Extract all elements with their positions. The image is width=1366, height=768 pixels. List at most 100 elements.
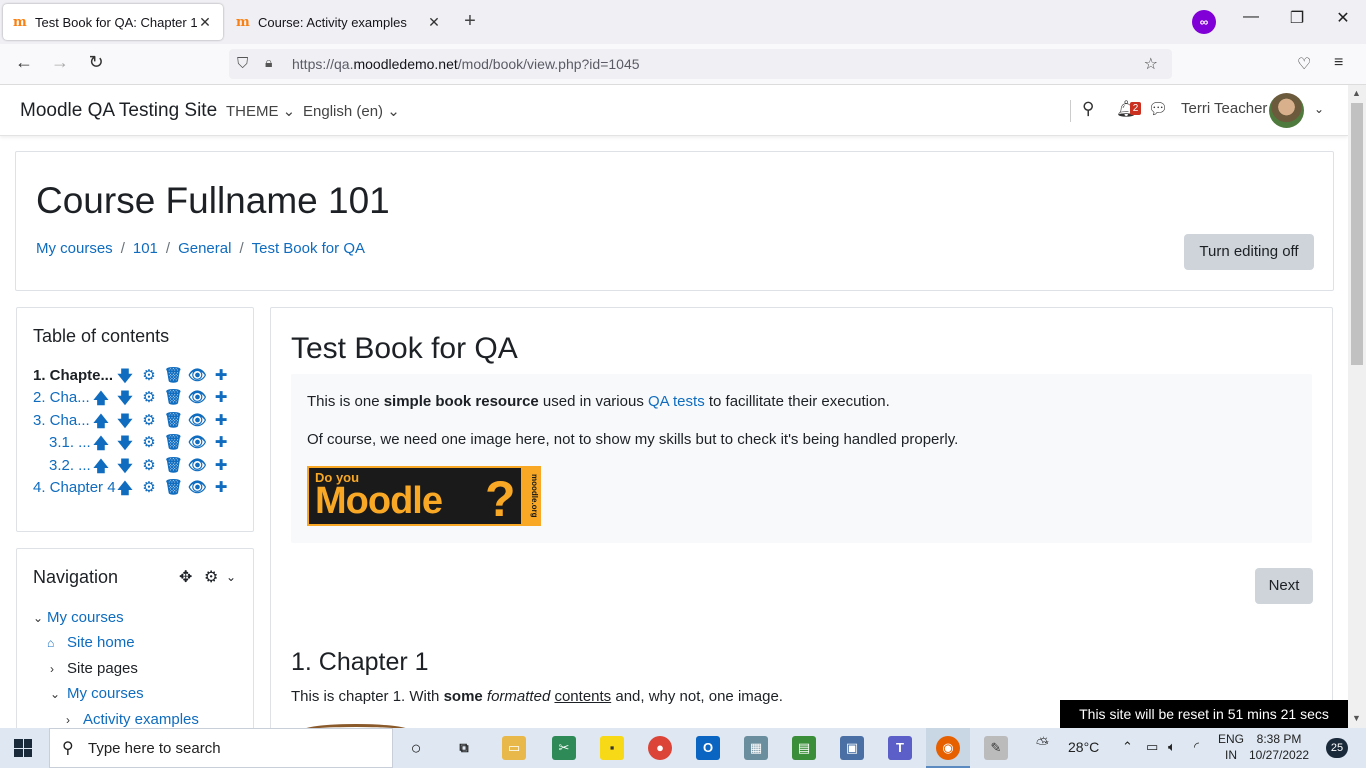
breadcrumb-my-courses[interactable]: My courses xyxy=(36,240,113,257)
eye-icon[interactable]: 👁︎ xyxy=(188,366,207,384)
firefox-icon[interactable]: ◉ xyxy=(936,736,960,760)
breadcrumb-general[interactable]: General xyxy=(178,240,231,257)
weather-temp[interactable]: 28°C xyxy=(1068,739,1099,755)
task-view-icon[interactable]: ⧉ xyxy=(452,736,476,760)
eye-icon[interactable]: 👁︎ xyxy=(188,456,207,474)
calculator-icon[interactable]: ▦ xyxy=(744,736,768,760)
trash-icon[interactable]: 🗑︎ xyxy=(164,366,183,384)
arrow-up-icon[interactable]: 🡅 xyxy=(116,478,134,503)
bookmark-star-icon[interactable]: ☆ xyxy=(1144,54,1158,74)
toc-item-label[interactable]: 1. Chapte... xyxy=(33,367,113,384)
close-tab-icon[interactable]: ✕ xyxy=(197,14,213,31)
user-name[interactable]: Terri Teacher xyxy=(1181,100,1267,117)
paint-icon[interactable]: ✎ xyxy=(984,736,1008,760)
toc-item-label[interactable]: 3. Cha... xyxy=(33,412,90,429)
cortana-icon[interactable]: ○ xyxy=(404,736,428,760)
plus-icon[interactable]: ✚ xyxy=(212,411,230,429)
nav-item-site-home[interactable]: ⌂ Site home xyxy=(47,634,135,651)
language-indicator[interactable]: ENG IN xyxy=(1218,731,1244,763)
windows-start-icon[interactable] xyxy=(14,739,32,757)
plus-icon[interactable]: ✚ xyxy=(212,388,230,406)
back-icon[interactable]: ← xyxy=(11,52,37,73)
page-scrollbar[interactable]: ▲ ▼ xyxy=(1348,85,1366,728)
file-explorer-icon[interactable]: ▭ xyxy=(502,736,526,760)
breadcrumb-101[interactable]: 101 xyxy=(133,240,158,257)
url-bar[interactable]: ⛉ 🔒︎ https://qa.moodledemo.net/mod/book/… xyxy=(229,49,1172,79)
turn-editing-off-button[interactable]: Turn editing off xyxy=(1184,234,1314,270)
trash-icon[interactable]: 🗑︎ xyxy=(164,433,183,451)
restore-icon[interactable]: ❐ xyxy=(1282,8,1312,28)
user-menu-chevron-icon[interactable]: ⌄ xyxy=(1314,102,1324,116)
scrollbar-thumb[interactable] xyxy=(1351,103,1363,365)
gear-icon[interactable]: ⚙ xyxy=(140,411,158,429)
sticky-notes-icon[interactable]: ▪ xyxy=(600,736,624,760)
avatar[interactable] xyxy=(1269,93,1304,128)
plus-icon[interactable]: ✚ xyxy=(212,478,230,496)
pocket-icon[interactable]: ♡ xyxy=(1297,54,1311,74)
trash-icon[interactable]: 🗑︎ xyxy=(164,388,183,406)
nav-item-site-pages[interactable]: › Site pages xyxy=(50,660,138,677)
nav-item-activity-examples[interactable]: › Activity examples xyxy=(66,711,199,728)
gear-icon[interactable]: ⚙ xyxy=(204,567,218,587)
close-window-icon[interactable]: ✕ xyxy=(1328,8,1358,28)
minimize-icon[interactable]: — xyxy=(1236,8,1266,26)
arrow-up-icon[interactable]: 🡅 xyxy=(92,456,110,481)
clock[interactable]: 8:38 PM 10/27/2022 xyxy=(1249,731,1309,763)
new-tab-icon[interactable]: + xyxy=(460,10,480,33)
trash-icon[interactable]: 🗑︎ xyxy=(164,456,183,474)
remote-desktop-icon[interactable]: ▣ xyxy=(840,736,864,760)
toc-item-label[interactable]: 3.2. ... xyxy=(49,457,91,474)
gear-icon[interactable]: ⚙ xyxy=(140,478,158,496)
scroll-down-icon[interactable]: ▼ xyxy=(1352,713,1361,723)
battery-icon[interactable]: ▭ xyxy=(1146,739,1158,755)
show-hidden-icons-icon[interactable]: ⌃ xyxy=(1122,739,1133,755)
snipping-tool-icon[interactable]: ✂ xyxy=(552,736,576,760)
language-menu[interactable]: English (en) ⌄ xyxy=(303,102,400,120)
gear-icon[interactable]: ⚙ xyxy=(140,456,158,474)
plus-icon[interactable]: ✚ xyxy=(212,433,230,451)
plus-icon[interactable]: ✚ xyxy=(212,456,230,474)
arrow-up-icon[interactable]: 🡅 xyxy=(92,433,110,458)
outlook-icon[interactable]: O xyxy=(696,736,720,760)
toc-item-label[interactable]: 4. Chapter 4 xyxy=(33,479,116,496)
weather-icon[interactable]: ⛅︎ xyxy=(1036,736,1049,754)
qa-tests-link[interactable]: QA tests xyxy=(648,393,705,410)
reload-icon[interactable]: ↻ xyxy=(83,52,109,73)
gear-icon[interactable]: ⚙ xyxy=(140,433,158,451)
tab-activity-examples[interactable]: m Course: Activity examples ✕ xyxy=(226,4,452,40)
theme-menu[interactable]: THEME ⌄ xyxy=(226,102,295,120)
arrow-down-icon[interactable]: 🡇 xyxy=(116,433,134,458)
wifi-icon[interactable]: ◜ xyxy=(1194,739,1199,755)
search-icon[interactable]: ⚲ xyxy=(1082,99,1094,119)
breadcrumb-test-book[interactable]: Test Book for QA xyxy=(252,240,365,257)
gear-icon[interactable]: ⚙ xyxy=(140,388,158,406)
move-icon[interactable]: ✥ xyxy=(179,567,192,587)
chrome-icon[interactable]: ● xyxy=(648,736,672,760)
eye-icon[interactable]: 👁︎ xyxy=(188,478,207,496)
chevron-down-icon[interactable]: ⌄ xyxy=(226,570,236,584)
volume-icon[interactable]: 🔈︎ xyxy=(1168,739,1176,755)
gear-icon[interactable]: ⚙ xyxy=(140,366,158,384)
close-tab-icon[interactable]: ✕ xyxy=(426,14,442,31)
menu-icon[interactable]: ≡ xyxy=(1334,54,1343,72)
trash-icon[interactable]: 🗑︎ xyxy=(164,411,183,429)
eye-icon[interactable]: 👁︎ xyxy=(188,411,207,429)
scroll-up-icon[interactable]: ▲ xyxy=(1352,88,1361,98)
eye-icon[interactable]: 👁︎ xyxy=(188,433,207,451)
eye-icon[interactable]: 👁︎ xyxy=(188,388,207,406)
forward-icon[interactable]: → xyxy=(47,52,73,73)
tab-test-book[interactable]: m Test Book for QA: Chapter 1 ✕ xyxy=(3,4,223,40)
taskbar-search-input[interactable]: ⚲ Type here to search xyxy=(49,728,393,768)
plus-icon[interactable]: ✚ xyxy=(212,366,230,384)
teams-icon[interactable]: T xyxy=(888,736,912,760)
nav-item-my-courses[interactable]: ⌄ My courses xyxy=(33,609,124,626)
excel-chart-icon[interactable]: ▤ xyxy=(792,736,816,760)
notification-center-icon[interactable]: 25 xyxy=(1326,738,1348,758)
toc-item-label[interactable]: 3.1. ... xyxy=(49,434,91,451)
messages-icon[interactable]: 💬︎ xyxy=(1148,99,1168,119)
arrow-down-icon[interactable]: 🡇 xyxy=(116,388,134,413)
toc-item-label[interactable]: 2. Cha... xyxy=(33,389,90,406)
next-button[interactable]: Next xyxy=(1255,568,1313,604)
site-name[interactable]: Moodle QA Testing Site xyxy=(20,100,217,122)
arrow-up-icon[interactable]: 🡅 xyxy=(92,388,110,413)
